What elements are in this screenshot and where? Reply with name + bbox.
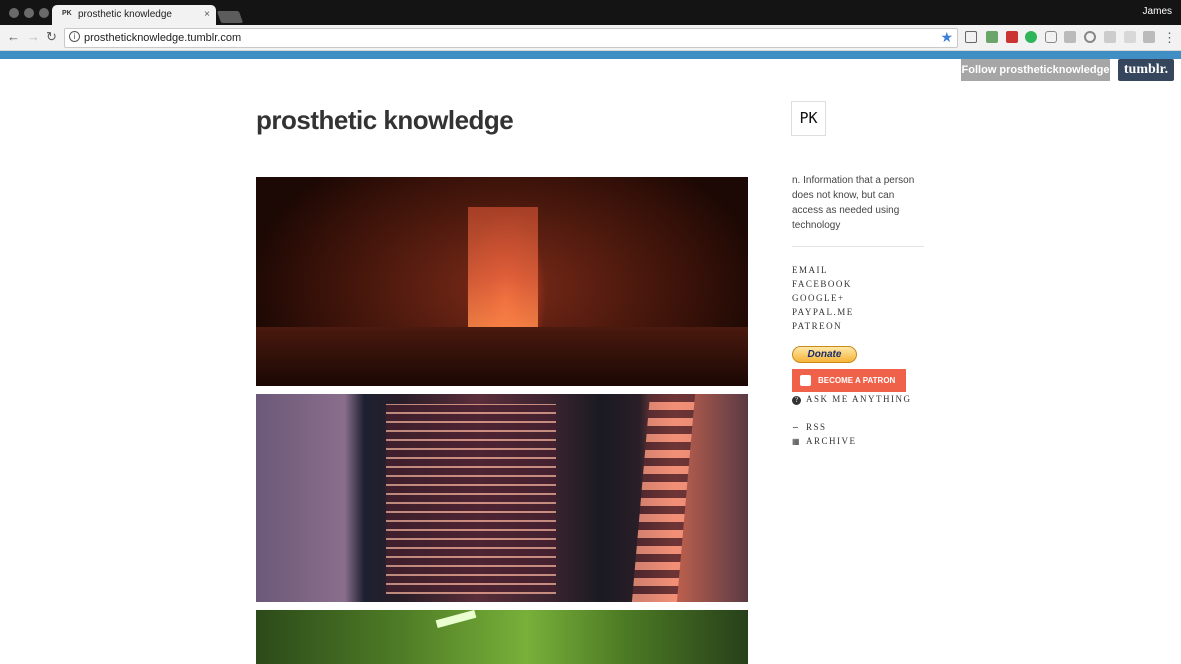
zoom-window-icon[interactable] (39, 8, 49, 18)
post-image-1[interactable] (256, 177, 748, 386)
address-bar[interactable]: i prostheticknowledge.tumblr.com ★ (64, 28, 958, 48)
link-email[interactable]: EMAIL (792, 263, 854, 277)
donate-button[interactable]: Donate (792, 346, 857, 363)
question-icon: ? (792, 396, 801, 405)
post-image-2[interactable] (256, 394, 748, 602)
profile-name[interactable]: James (1143, 6, 1172, 17)
rss-label: RSS (806, 422, 827, 432)
url-text[interactable]: prostheticknowledge.tumblr.com (84, 32, 241, 44)
divider (792, 246, 924, 247)
back-icon[interactable]: ← (7, 29, 20, 44)
browser-toolbar: ← → ↻ i prostheticknowledge.tumblr.com ★… (0, 25, 1181, 51)
ask-label: ASK ME ANYTHING (806, 394, 912, 404)
tumblr-accent-bar (0, 51, 1181, 59)
tab-close-icon[interactable]: × (204, 9, 210, 20)
follow-button[interactable]: Follow prostheticknowledge (961, 59, 1110, 81)
image-detail (435, 610, 477, 629)
link-google-plus[interactable]: GOOGLE+ (792, 291, 854, 305)
camera-icon[interactable] (1045, 31, 1057, 43)
reload-icon[interactable]: ↻ (46, 29, 57, 45)
rss-icon: ∽ (792, 423, 799, 432)
extension-icon[interactable] (1006, 31, 1018, 43)
refresh-extension-icon[interactable] (1084, 31, 1096, 43)
extension-icon[interactable] (1064, 31, 1076, 43)
image-detail (386, 404, 556, 594)
ask-link[interactable]: ? ASK ME ANYTHING (792, 394, 912, 405)
link-patreon[interactable]: PATREON (792, 319, 854, 333)
image-detail (468, 207, 538, 327)
window-titlebar: PK prosthetic knowledge × James (0, 0, 1181, 25)
grammarly-icon[interactable] (1025, 31, 1037, 43)
avatar[interactable]: PK (791, 101, 826, 136)
patron-label: BECOME A PATRON (818, 376, 896, 385)
become-patron-button[interactable]: BECOME A PATRON (792, 369, 906, 392)
patreon-icon (800, 375, 811, 386)
bookmark-star-icon[interactable]: ★ (940, 29, 953, 46)
minimize-window-icon[interactable] (24, 8, 34, 18)
close-window-icon[interactable] (9, 8, 19, 18)
menu-icon[interactable]: ⋮ (1163, 30, 1176, 46)
tab-favicon: PK (62, 10, 72, 17)
image-detail (631, 394, 696, 602)
post-image-3[interactable] (256, 610, 748, 664)
extension-icon[interactable] (1104, 31, 1116, 43)
link-paypal[interactable]: PAYPAL.ME (792, 305, 854, 319)
cast-icon[interactable] (965, 31, 977, 43)
rss-link[interactable]: ∽ RSS (792, 422, 827, 432)
extension-icon[interactable] (1124, 31, 1136, 43)
tab-title: prosthetic knowledge (78, 9, 172, 20)
blog-description: n. Information that a person does not kn… (792, 175, 915, 231)
blog-title[interactable]: prosthetic knowledge (256, 105, 514, 136)
archive-label: ARCHIVE (806, 436, 857, 446)
sidebar-links: EMAIL FACEBOOK GOOGLE+ PAYPAL.ME PATREON (792, 263, 854, 333)
extension-icon[interactable] (986, 31, 998, 43)
forward-icon[interactable]: → (27, 29, 40, 44)
link-facebook[interactable]: FACEBOOK (792, 277, 854, 291)
info-icon[interactable]: i (69, 31, 80, 42)
browser-tab[interactable]: PK prosthetic knowledge × (52, 5, 216, 25)
tumblr-logo-button[interactable]: tumblr. (1118, 59, 1174, 81)
extension-icon[interactable] (1143, 31, 1155, 43)
new-tab-button[interactable] (216, 11, 244, 23)
grid-icon: ▦ (792, 437, 800, 446)
image-detail (256, 327, 748, 386)
archive-link[interactable]: ▦ ARCHIVE (792, 436, 857, 446)
